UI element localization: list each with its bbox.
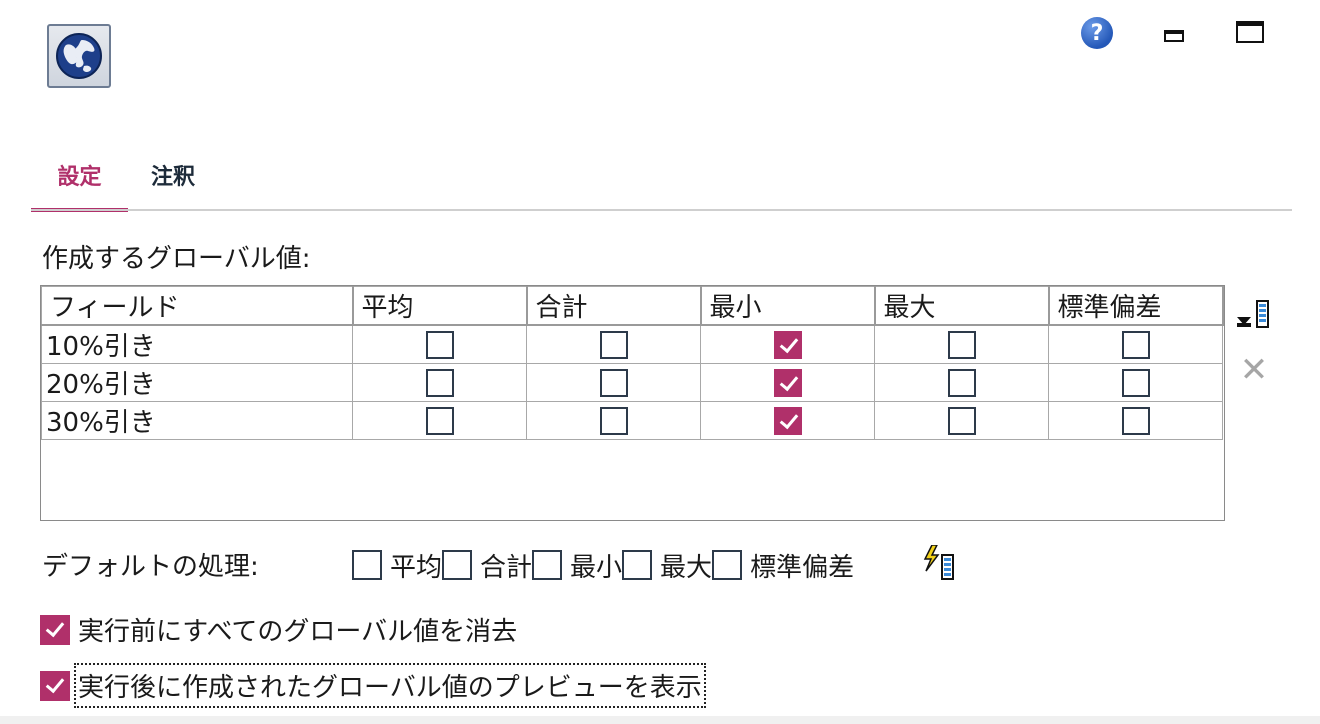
default-option-label: 平均 — [390, 552, 443, 583]
clear-globals-checkbox[interactable] — [40, 614, 70, 645]
mean-checkbox[interactable] — [425, 331, 454, 359]
global-values-dialog: ? 設定 注釈 作成するグローバル値: フィールド 平均 合計 最小 最大 標準… — [0, 0, 1320, 724]
tab-annotation-label: 注釈 — [150, 165, 195, 190]
field-name-cell: 20%引き — [41, 363, 353, 402]
min-checkbox[interactable] — [773, 407, 802, 435]
mean-cell — [352, 363, 527, 402]
sdev-cell — [1048, 363, 1223, 402]
sum-checkbox[interactable] — [599, 407, 628, 435]
sum-cell — [526, 324, 701, 364]
max-checkbox[interactable] — [947, 407, 976, 435]
mean-cell — [352, 324, 527, 364]
column-header-min[interactable]: 最小 — [700, 286, 876, 326]
tab-divider — [31, 209, 1292, 211]
default-option-checkbox[interactable] — [442, 550, 473, 580]
apply-defaults-button[interactable] — [922, 544, 958, 581]
default-option-checkbox[interactable] — [622, 550, 653, 580]
preview-globals-label: 実行後に作成されたグローバル値のプレビューを表示 — [74, 663, 706, 708]
mean-cell — [352, 401, 527, 440]
sum-checkbox[interactable] — [599, 331, 628, 359]
max-cell — [874, 324, 1049, 364]
column-header-mean[interactable]: 平均 — [352, 286, 528, 326]
default-option-4[interactable]: 標準偏差 — [712, 547, 854, 584]
default-option-label: 標準偏差 — [750, 552, 855, 583]
sdev-cell — [1048, 401, 1223, 440]
tab-annotation[interactable]: 注釈 — [138, 140, 208, 210]
default-option-label: 最大 — [660, 552, 713, 583]
preview-globals-checkbox[interactable] — [40, 670, 70, 701]
max-cell — [874, 363, 1049, 402]
tab-bar: 設定 注釈 — [31, 140, 1292, 212]
default-option-checkbox[interactable] — [712, 550, 743, 580]
tab-settings[interactable]: 設定 — [31, 140, 128, 212]
column-header-max[interactable]: 最大 — [874, 286, 1050, 326]
min-cell — [700, 401, 875, 440]
default-option-3[interactable]: 最大 — [622, 547, 712, 584]
min-cell — [700, 363, 875, 402]
table-row[interactable]: 20%引き — [41, 363, 1223, 402]
sdev-checkbox[interactable] — [1121, 407, 1150, 435]
table-header-row: フィールド 平均 合計 最小 最大 標準偏差 — [41, 286, 1224, 326]
bottom-strip — [0, 716, 1320, 724]
sum-cell — [526, 401, 701, 440]
globals-label: 作成するグローバル値: — [42, 244, 311, 274]
field-name-cell: 30%引き — [41, 401, 353, 440]
default-option-checkbox[interactable] — [532, 550, 563, 580]
default-handling-options: 平均 合計 最小 最大 標準偏差 — [352, 547, 854, 583]
default-option-label: 最小 — [570, 552, 623, 583]
delete-icon[interactable]: ✕ — [1239, 353, 1269, 387]
clear-globals-option[interactable]: 実行前にすべてのグローバル値を消去 — [40, 611, 517, 648]
help-icon[interactable]: ? — [1081, 17, 1113, 49]
lightning-field-icon — [923, 544, 954, 580]
default-option-0[interactable]: 平均 — [352, 547, 442, 584]
sum-cell — [526, 363, 701, 402]
sdev-checkbox[interactable] — [1121, 369, 1150, 397]
min-checkbox[interactable] — [773, 331, 802, 359]
default-option-checkbox[interactable] — [352, 550, 382, 580]
default-option-1[interactable]: 合計 — [442, 547, 532, 584]
globe-node-icon — [47, 24, 111, 88]
column-header-sum[interactable]: 合計 — [526, 286, 702, 326]
column-header-sdev[interactable]: 標準偏差 — [1048, 286, 1224, 326]
max-cell — [874, 401, 1049, 440]
globals-table[interactable]: フィールド 平均 合計 最小 最大 標準偏差 10%引き 20%引き 30%引き — [40, 285, 1225, 521]
min-cell — [700, 324, 875, 364]
field-picker-icon — [1237, 300, 1269, 328]
table-row[interactable]: 30%引き — [41, 401, 1223, 440]
min-checkbox[interactable] — [773, 369, 802, 397]
default-option-2[interactable]: 最小 — [532, 547, 622, 584]
sdev-checkbox[interactable] — [1121, 331, 1150, 359]
mean-checkbox[interactable] — [425, 369, 454, 397]
column-header-field[interactable]: フィールド — [41, 286, 354, 326]
mean-checkbox[interactable] — [425, 407, 454, 435]
max-checkbox[interactable] — [947, 369, 976, 397]
sdev-cell — [1048, 324, 1223, 364]
clear-globals-label: 実行前にすべてのグローバル値を消去 — [78, 617, 518, 647]
field-picker-button[interactable] — [1237, 299, 1271, 329]
table-row[interactable]: 10%引き — [41, 324, 1223, 364]
minimize-icon[interactable] — [1164, 30, 1184, 42]
default-handling-label: デフォルトの処理: — [42, 552, 259, 582]
sum-checkbox[interactable] — [599, 369, 628, 397]
field-name-cell: 10%引き — [41, 324, 353, 364]
default-option-label: 合計 — [480, 552, 533, 583]
maximize-icon[interactable] — [1236, 21, 1264, 43]
preview-globals-option[interactable]: 実行後に作成されたグローバル値のプレビューを表示 — [40, 663, 706, 708]
max-checkbox[interactable] — [947, 331, 976, 359]
tab-settings-label: 設定 — [57, 165, 102, 190]
